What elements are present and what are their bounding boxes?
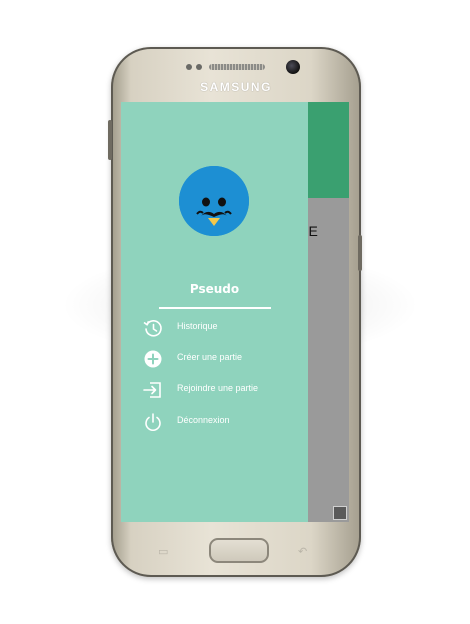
recent-apps-icon[interactable]: ▭ (158, 545, 168, 558)
power-side-button (358, 235, 362, 271)
menu-item-deconnexion[interactable]: Déconnexion (141, 410, 306, 434)
brand-logo: SAMSUNG (200, 80, 272, 94)
phone-screen: TIE Pseudo Historiqu (121, 102, 349, 522)
back-icon[interactable]: ↶ (298, 545, 307, 558)
earpiece-speaker (209, 64, 265, 70)
history-icon (141, 316, 165, 340)
menu-item-label: Déconnexion (177, 415, 230, 425)
bird-mustache-icon (179, 166, 249, 236)
menu-item-creer-partie[interactable]: Créer une partie (141, 347, 306, 371)
login-icon (141, 378, 165, 402)
add-circle-icon (141, 347, 165, 371)
menu-item-label: Rejoindre une partie (177, 383, 259, 393)
menu-item-rejoindre-partie[interactable]: Rejoindre une partie (141, 378, 306, 402)
menu-item-label: Historique (177, 321, 218, 331)
power-icon (141, 410, 165, 434)
menu-item-historique[interactable]: Historique (141, 316, 306, 340)
navigation-drawer: Pseudo Historique Créer une partie Rejoi… (121, 102, 308, 522)
volume-button (108, 120, 112, 160)
front-camera (286, 60, 300, 74)
home-button[interactable] (209, 538, 269, 563)
username: Pseudo (189, 282, 240, 296)
avatar[interactable] (179, 166, 249, 236)
divider (159, 307, 271, 309)
corner-icon (333, 506, 347, 520)
menu-item-label: Créer une partie (177, 352, 243, 362)
